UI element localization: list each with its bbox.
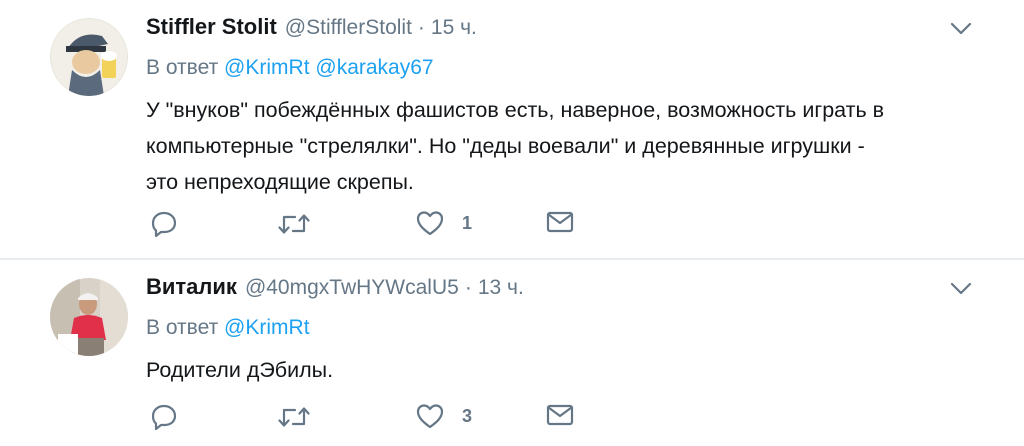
user-handle[interactable]: @40mgxTwHYWcalU5 xyxy=(245,276,459,300)
reply-prefix: В ответ xyxy=(146,316,219,339)
like-button[interactable]: 1 xyxy=(416,210,472,236)
reply-button[interactable] xyxy=(150,403,178,431)
avatar[interactable] xyxy=(50,278,128,356)
mention-link[interactable]: @karakay67 xyxy=(315,56,433,79)
tweet-2[interactable]: Виталик @40mgxTwHYWcalU5 · 13 ч. В ответ… xyxy=(0,260,1024,446)
tweet-text-line: компьютерные "стрелялки". Но "деды воева… xyxy=(146,134,865,158)
tweet-actions: 1 xyxy=(150,210,590,240)
like-button[interactable]: 3 xyxy=(416,403,472,429)
heart-icon xyxy=(416,403,444,429)
tweet-text-line: У "внуков" побеждённых фашистов есть, на… xyxy=(146,98,885,122)
tweet-text-line: это непреходящие скрепы. xyxy=(146,170,414,194)
retweet-icon xyxy=(278,210,310,238)
heart-icon xyxy=(416,210,444,236)
tweet-header: Виталик @40mgxTwHYWcalU5 · 13 ч. xyxy=(146,274,524,304)
user-handle[interactable]: @StifflerStolit xyxy=(285,16,412,40)
envelope-icon xyxy=(546,210,574,234)
mention-link[interactable]: @KrimRt xyxy=(224,316,309,339)
tweet-text: Родители дЭбилы. xyxy=(146,352,966,388)
timestamp[interactable]: 13 ч. xyxy=(478,276,524,300)
retweet-button[interactable] xyxy=(278,210,310,238)
direct-message-button[interactable] xyxy=(546,210,574,234)
retweet-icon xyxy=(278,403,310,431)
tweet-text-line: Родители дЭбилы. xyxy=(146,358,334,382)
tweet-1[interactable]: Stiffler Stolit @StifflerStolit · 15 ч. … xyxy=(0,0,1024,258)
reply-icon xyxy=(150,403,178,431)
display-name[interactable]: Виталик xyxy=(146,274,237,300)
display-name[interactable]: Stiffler Stolit xyxy=(146,14,277,40)
timestamp[interactable]: 15 ч. xyxy=(431,16,477,40)
retweet-button[interactable] xyxy=(278,403,310,431)
reply-prefix: В ответ xyxy=(146,56,219,79)
separator-dot: · xyxy=(464,276,472,299)
reply-button[interactable] xyxy=(150,210,178,238)
like-count: 3 xyxy=(462,405,473,426)
tweet-text: У "внуков" побеждённых фашистов есть, на… xyxy=(146,92,966,200)
reply-context: В ответ @KrimRt @karakay67 xyxy=(146,56,434,80)
chevron-down-icon[interactable] xyxy=(950,282,972,296)
separator-dot: · xyxy=(417,16,425,39)
chevron-down-icon[interactable] xyxy=(950,22,972,36)
direct-message-button[interactable] xyxy=(546,403,574,427)
reply-icon xyxy=(150,210,178,238)
like-count: 1 xyxy=(462,212,473,233)
reply-context: В ответ @KrimRt xyxy=(146,316,310,340)
mention-link[interactable]: @KrimRt xyxy=(224,56,309,79)
tweet-actions: 3 xyxy=(150,403,590,433)
tweet-header: Stiffler Stolit @StifflerStolit · 15 ч. xyxy=(146,14,477,44)
envelope-icon xyxy=(546,403,574,427)
avatar[interactable] xyxy=(50,18,128,96)
